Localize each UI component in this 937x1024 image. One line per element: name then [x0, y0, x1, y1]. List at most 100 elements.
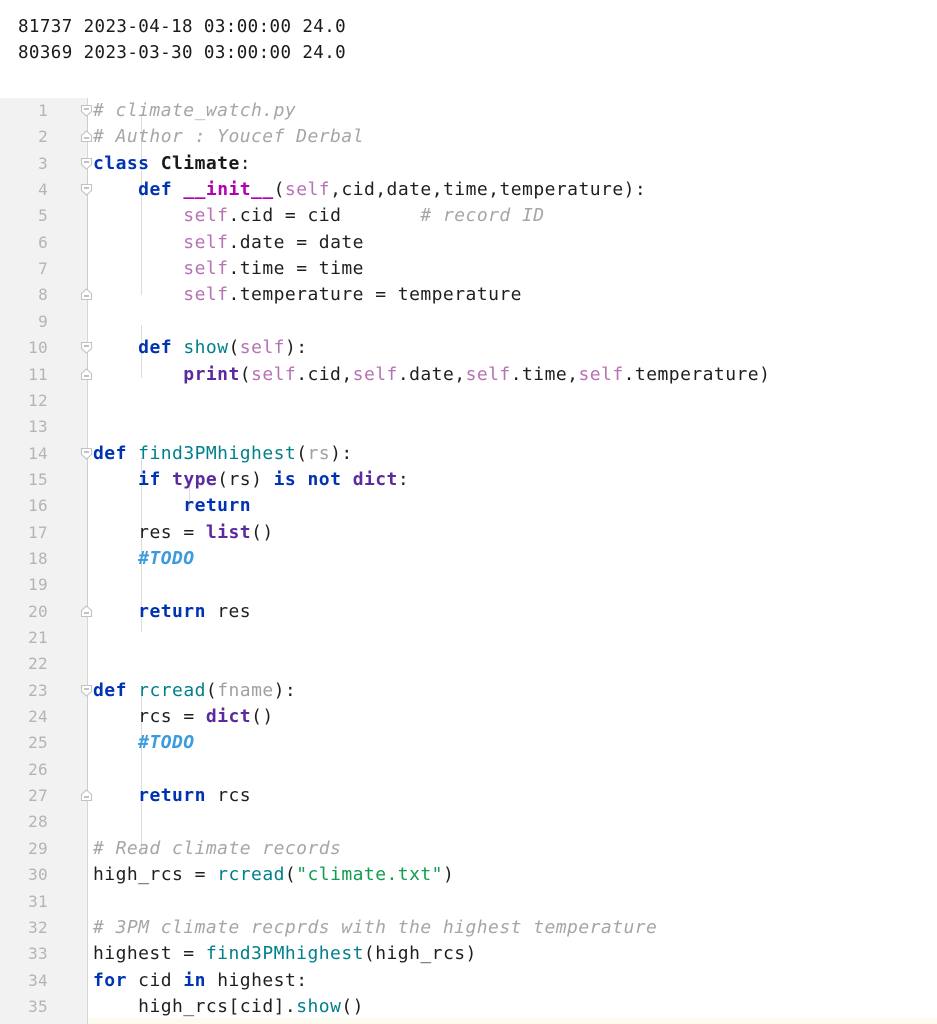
code-line[interactable]: 6 self.date = date [0, 230, 937, 256]
line-number: 6 [38, 232, 48, 252]
code-line[interactable]: 34 for cid in highest: [0, 968, 937, 994]
line-number: 23 [28, 680, 48, 700]
fold-collapse-icon[interactable] [79, 340, 96, 357]
code-line-text: def show(self): [138, 337, 308, 359]
line-number: 4 [38, 180, 48, 200]
fold-collapse-icon[interactable] [79, 103, 96, 120]
code-line[interactable]: 33 highest = find3PMhighest(high_rcs) [0, 941, 937, 967]
code-line[interactable]: 11 print(self.cid,self.date,self.time,se… [0, 362, 937, 388]
code-line[interactable]: 14 def find3PMhighest(rs): [0, 441, 937, 467]
code-line[interactable]: 18 #TODO [0, 546, 937, 572]
code-line[interactable]: 8 self.temperature = temperature [0, 282, 937, 308]
code-line[interactable]: 25 #TODO [0, 730, 937, 756]
code-line[interactable]: 2 # Author : Youcef Derbal [0, 124, 937, 150]
line-number: 26 [28, 759, 48, 779]
code-line-text: return rcs [138, 785, 252, 807]
fold-collapse-icon[interactable] [79, 156, 96, 173]
fold-collapse-icon[interactable] [79, 683, 96, 700]
code-line[interactable]: 22 [0, 651, 937, 677]
line-number: 2 [38, 127, 48, 147]
line-number: 35 [28, 996, 48, 1016]
code-line-text: self.cid = cid # record ID [183, 205, 545, 227]
code-line[interactable]: 4 def __init__(self,cid,date,time,temper… [0, 177, 937, 203]
line-number: 22 [28, 654, 48, 674]
line-number: 24 [28, 707, 48, 727]
code-line-text: class Climate: [93, 152, 252, 174]
console-output-pane: 81737 2023-04-18 03:00:00 24.0 80369 202… [0, 0, 937, 98]
fold-end-icon[interactable] [79, 129, 96, 146]
code-line[interactable]: 35 high_rcs[cid].show() [0, 994, 937, 1020]
fold-end-icon[interactable] [79, 788, 96, 805]
code-line[interactable]: 19 [0, 572, 937, 598]
code-line-text: if type(rs) is not dict: [138, 468, 410, 490]
code-editor[interactable]: 1 # climate_watch.py 2 # Author : Youcef De… [0, 98, 937, 1024]
code-line[interactable]: 29 # Read climate records [0, 836, 937, 862]
fold-collapse-icon[interactable] [79, 446, 96, 463]
line-number: 8 [38, 285, 48, 305]
code-line[interactable]: 26 [0, 757, 937, 783]
line-number: 12 [28, 390, 48, 410]
console-output-line: 80369 2023-03-30 03:00:00 24.0 [18, 43, 347, 63]
code-line-text: high_rcs = rcread("climate.txt") [93, 864, 455, 886]
line-number: 32 [28, 917, 48, 937]
line-number: 10 [28, 338, 48, 358]
code-line-text: highest = find3PMhighest(high_rcs) [93, 943, 477, 965]
fold-end-icon[interactable] [79, 604, 96, 621]
code-line[interactable]: 3 class Climate: [0, 151, 937, 177]
fold-end-icon[interactable] [79, 287, 96, 304]
code-line[interactable]: 7 self.time = time [0, 256, 937, 282]
code-line-text: for cid in highest: [93, 969, 308, 991]
line-number: 33 [28, 944, 48, 964]
code-line-text: return res [138, 600, 252, 622]
code-line-text: return [183, 495, 252, 517]
code-line-text: def __init__(self,cid,date,time,temperat… [138, 179, 647, 201]
code-line[interactable]: 27 return rcs [0, 783, 937, 809]
code-line-text: #TODO [138, 547, 195, 569]
line-number: 7 [38, 259, 48, 279]
code-line[interactable]: 28 [0, 809, 937, 835]
line-number: 14 [28, 443, 48, 463]
code-line-text: # Author : Youcef Derbal [93, 126, 364, 148]
fold-end-icon[interactable] [79, 367, 96, 384]
code-line-text: self.temperature = temperature [183, 284, 522, 306]
code-line[interactable]: 10 def show(self): [0, 335, 937, 361]
line-number: 20 [28, 601, 48, 621]
line-number: 30 [28, 865, 48, 885]
code-line-text: # 3PM climate recprds with the highest t… [93, 916, 658, 938]
code-line[interactable]: 21 [0, 625, 937, 651]
line-number: 16 [28, 496, 48, 516]
code-line-text: #TODO [138, 732, 195, 754]
code-line[interactable]: 15 if type(rs) is not dict: [0, 467, 937, 493]
line-number: 34 [28, 970, 48, 990]
code-line-text: print(self.cid,self.date,self.time,self.… [183, 363, 771, 385]
line-number: 28 [28, 812, 48, 832]
line-number: 29 [28, 838, 48, 858]
code-line-text: self.date = date [183, 231, 364, 253]
code-line[interactable]: 1 # climate_watch.py [0, 98, 937, 124]
code-line-text: rcs = dict() [138, 706, 274, 728]
code-line[interactable]: 31 [0, 889, 937, 915]
code-line[interactable]: 24 rcs = dict() [0, 704, 937, 730]
code-line-text: # climate_watch.py [93, 100, 297, 121]
line-number: 1 [38, 101, 48, 120]
code-line[interactable]: 23 def rcread(fname): [0, 678, 937, 704]
line-number: 21 [28, 628, 48, 647]
code-line[interactable]: 30 high_rcs = rcread("climate.txt") [0, 862, 937, 888]
line-number: 3 [38, 153, 48, 173]
code-line[interactable]: 16 return [0, 493, 937, 519]
code-line[interactable]: 12 [0, 388, 937, 414]
current-line-highlight [88, 1018, 937, 1024]
line-number: 19 [28, 575, 48, 595]
line-number: 13 [28, 417, 48, 437]
code-line[interactable]: 17 res = list() [0, 520, 937, 546]
line-number: 5 [38, 206, 48, 226]
code-line-text: # Read climate records [93, 837, 342, 859]
code-line[interactable]: 13 [0, 414, 937, 440]
code-line[interactable]: 32 # 3PM climate recprds with the highest… [0, 915, 937, 941]
code-line[interactable]: 5 self.cid = cid # record ID [0, 203, 937, 229]
code-line[interactable]: 20 return res [0, 599, 937, 625]
code-line[interactable]: 9 [0, 309, 937, 335]
fold-collapse-icon[interactable] [79, 182, 96, 199]
code-line-text: def rcread(fname): [93, 679, 297, 701]
line-number: 31 [28, 891, 48, 911]
